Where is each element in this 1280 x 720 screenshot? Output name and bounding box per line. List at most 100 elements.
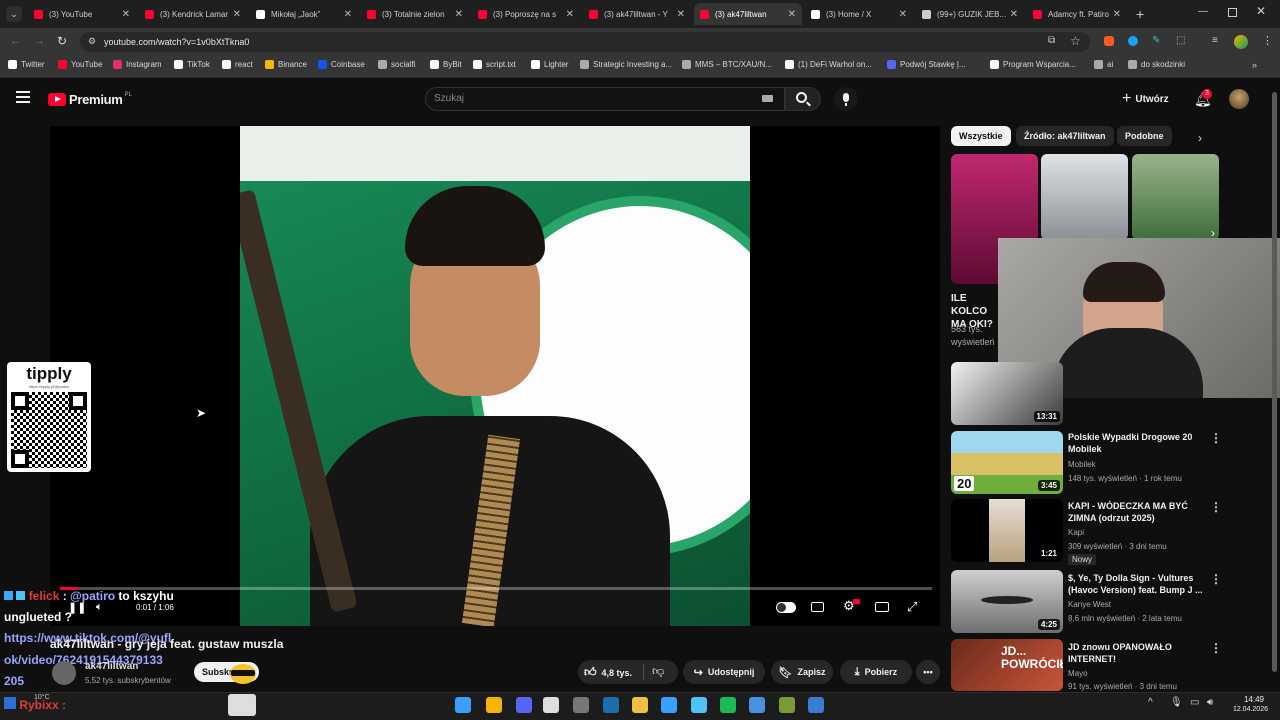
rec-channel-4[interactable]: Kanye West [1068,600,1111,609]
tab-close-icon[interactable]: ✕ [455,9,463,20]
tray-mic-icon[interactable]: 🎙︎ [1170,697,1183,708]
rec-thumb-2[interactable]: 20 3:45 [951,431,1063,494]
save-button[interactable]: 🔖︎ Zapisz [771,660,833,684]
rec-menu-3[interactable]: ⋮ [1210,500,1222,514]
profile-avatar[interactable] [1234,35,1248,49]
chips-next-icon[interactable]: › [1198,131,1202,145]
tab-8[interactable]: (3) Home / X ✕ [805,3,913,25]
tab-4[interactable]: (3) Totalnie zielon ✕ [361,3,469,25]
subtitles-icon[interactable] [811,602,824,612]
channel-name[interactable]: ak47liltwan [85,661,138,672]
tray-chevron-icon[interactable]: ^ [1148,697,1153,708]
chrome-icon[interactable] [486,697,502,713]
tab-close-icon[interactable]: ✕ [1113,9,1121,20]
youtube-logo[interactable]: Premium PL [48,92,132,107]
shorts-thumb-2[interactable] [1041,154,1128,240]
tab-10[interactable]: Adamcy ft. Patiro ✕ [1027,3,1127,25]
video-frame[interactable] [240,126,750,626]
guide-menu-icon[interactable] [16,91,30,103]
bookmark-item[interactable]: (1) DeFi Warhol on... [785,60,872,69]
voice-search-button[interactable] [834,87,858,111]
tab-close-icon[interactable]: ✕ [344,9,352,20]
extension-blue-icon[interactable] [1128,36,1138,46]
spotify-icon[interactable] [720,697,736,713]
create-button[interactable]: + Utwórz [1122,90,1169,108]
page-scrollbar[interactable] [1272,92,1277,672]
bookmark-item[interactable]: Lighter [531,60,568,69]
clock-date[interactable]: 12.04.2026 [1222,706,1268,713]
rec-menu-5[interactable]: ⋮ [1210,641,1222,655]
reload-icon[interactable]: ↻ [57,34,67,48]
app-green-icon[interactable] [779,697,795,713]
bookmark-item[interactable]: script.txt [473,60,516,69]
clock-time[interactable]: 14:49 [1230,695,1264,704]
tray-volume-icon[interactable]: 🔊︎ [1207,697,1213,708]
app-icon[interactable] [543,697,559,713]
tab-3[interactable]: Mikołaj „Jaok” ✕ [250,3,358,25]
tab-1[interactable]: (3) YouTube ✕ [28,3,136,25]
bookmark-item[interactable]: YouTube [58,60,102,69]
rec-title-5[interactable]: JD znowu OPANOWAŁO INTERNET! [1068,641,1208,665]
tab-close-icon[interactable]: ✕ [788,9,796,20]
tray-network-icon[interactable]: ▭ [1190,697,1199,708]
bookmark-item[interactable]: react [222,60,253,69]
keyboard-icon[interactable] [762,95,773,102]
bookmark-item[interactable]: socialfi [378,60,415,69]
forward-icon[interactable]: → [34,35,45,47]
bookmark-item[interactable]: Coinbase [318,60,365,69]
app-c-icon[interactable] [661,697,677,713]
search-input[interactable] [425,87,785,111]
channel-avatar[interactable] [52,661,76,685]
bookmark-item[interactable]: ai [1094,60,1113,69]
bookmarks-overflow-icon[interactable]: » [1252,60,1257,70]
bookmark-item[interactable]: Binance [265,60,307,69]
rec-thumb-4[interactable]: 4:25 [951,570,1063,633]
filter-chip[interactable]: Podobne [1117,126,1172,146]
miniplayer-icon[interactable] [875,602,889,612]
rec-menu-2[interactable]: ⋮ [1210,431,1222,445]
discord-icon[interactable] [516,697,532,713]
extension-brave-icon[interactable] [1104,36,1114,46]
rec-menu-4[interactable]: ⋮ [1210,572,1222,586]
steam-icon[interactable] [603,697,619,713]
site-info-icon[interactable]: ⚙ [88,36,96,47]
account-avatar[interactable] [1229,89,1249,109]
close-window-icon[interactable]: ✕ [1256,4,1266,18]
url-text[interactable]: youtube.com/watch?v=1v0bXtTkna0 [104,37,249,47]
rec-title-3[interactable]: KAPI - WÓDECZKA MA BYĆ ZIMNA (odrzut 202… [1068,500,1208,524]
obs-icon[interactable] [573,697,589,713]
like-button[interactable]: 👍︎ 4,8 tys. [584,665,632,680]
tab-search-button[interactable]: ⌄ [6,6,22,22]
tab-close-icon[interactable]: ✕ [1010,9,1018,20]
rec-thumb-5[interactable]: JD... POWRÓCIŁO [951,639,1063,691]
reading-list-icon[interactable]: ≡ [1212,35,1218,46]
more-actions-button[interactable]: ••• [916,660,940,684]
tab-close-icon[interactable]: ✕ [566,9,574,20]
browser-menu-icon[interactable]: ⋮ [1262,34,1273,47]
minimize-icon[interactable]: — [1198,6,1208,17]
windows-start-icon[interactable] [455,697,471,713]
tab-close-icon[interactable]: ✕ [677,9,685,20]
dislike-button[interactable]: 👎︎ [652,664,664,679]
download-button[interactable]: ⤓ Pobierz [840,660,912,684]
rec-title-4[interactable]: $, Ye, Ty Dolla Sign - Vultures (Havoc V… [1068,572,1208,596]
rec-thumb-1[interactable]: 13:31 [951,362,1063,425]
rec-channel-3[interactable]: Kapi [1068,528,1084,537]
file-explorer-icon[interactable] [632,697,648,713]
tab-close-icon[interactable]: ✕ [899,9,907,20]
progress-track[interactable] [60,587,932,590]
rec-channel-2[interactable]: Mobilek [1068,460,1096,469]
extension-teal-icon[interactable]: ✎ [1152,35,1160,46]
bookmark-item[interactable]: Twitter [8,60,45,69]
tab-9[interactable]: (99+) GUZIK JEB... ✕ [916,3,1024,25]
rec-channel-5[interactable]: Mayo [1068,669,1088,678]
bookmark-item[interactable]: do skodzinki [1128,60,1185,69]
shorts-thumb-3[interactable] [1132,154,1219,240]
cast-icon[interactable]: ⧉ [1048,35,1055,46]
bookmark-item[interactable]: Instagram [113,60,162,69]
back-icon[interactable]: ← [10,35,21,47]
fullscreen-icon[interactable]: ⤢ [907,599,917,615]
tab-close-icon[interactable]: ✕ [122,9,130,20]
tab-2[interactable]: (3) Kendrick Lamar ✕ [139,3,247,25]
autoplay-toggle[interactable] [776,602,796,613]
